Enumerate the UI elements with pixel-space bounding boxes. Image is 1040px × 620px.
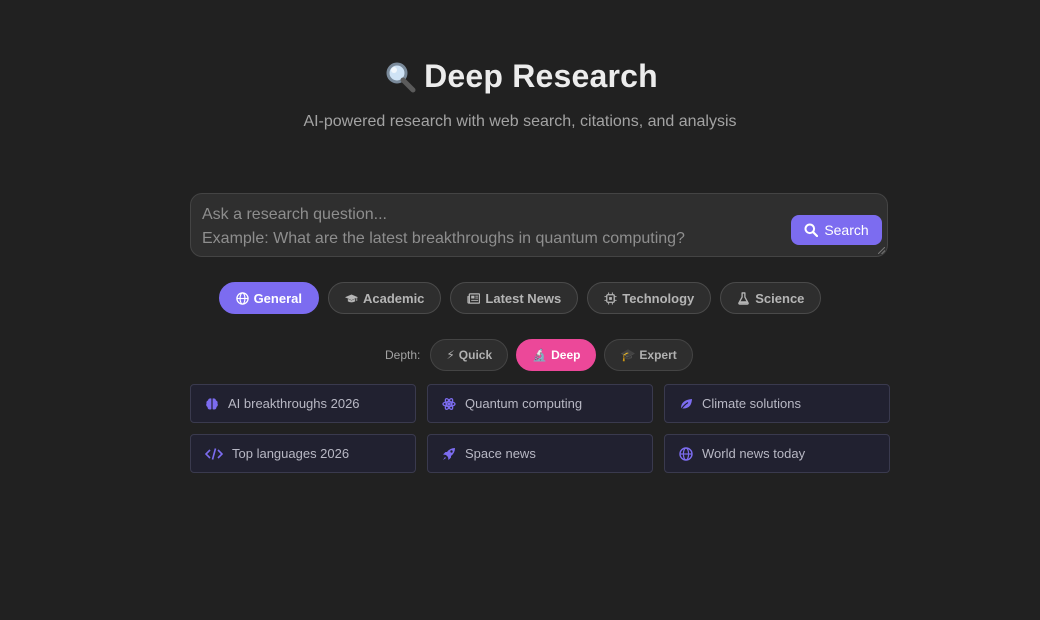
suggestion-label: Climate solutions <box>702 396 801 411</box>
suggestion-card[interactable]: Space news <box>427 434 653 473</box>
mode-technology[interactable]: Technology <box>587 282 712 314</box>
search-input[interactable] <box>202 203 782 251</box>
mode-science[interactable]: Science <box>720 282 822 314</box>
depth-option-label: Expert <box>639 348 677 362</box>
page-subtitle: AI-powered research with web search, cit… <box>303 113 737 130</box>
depth-option-label: Quick <box>458 348 493 362</box>
suggestion-card[interactable]: Top languages 2026 <box>190 434 416 473</box>
suggestion-label: Quantum computing <box>465 396 583 411</box>
resize-handle-icon[interactable] <box>878 247 885 254</box>
newspaper-icon <box>467 292 481 304</box>
mode-general[interactable]: General <box>218 282 319 314</box>
mode-label: Technology <box>622 290 695 306</box>
graduation-cap-icon: 🎓 <box>620 348 636 362</box>
suggestion-card[interactable]: Quantum computing <box>427 384 653 423</box>
search-box <box>190 193 888 257</box>
suggestion-label: AI breakthroughs 2026 <box>228 396 360 411</box>
flask-icon <box>738 291 750 305</box>
depth-selector: Depth: ⚡ Quick 🔬 Deep 🎓 Expert <box>385 339 693 371</box>
globe-icon <box>679 446 693 461</box>
lightning-icon: ⚡ <box>446 348 455 362</box>
mode-latest-news[interactable]: Latest News <box>450 282 579 314</box>
depth-expert[interactable]: 🎓 Expert <box>604 339 693 371</box>
suggestion-card[interactable]: Climate solutions <box>664 384 890 423</box>
chip-icon <box>604 291 617 305</box>
atom-icon <box>442 397 456 410</box>
microscope-icon: 🔬 <box>532 348 548 362</box>
leaf-icon <box>680 398 692 410</box>
globe-icon <box>235 291 249 305</box>
depth-option-label: Deep <box>551 348 581 362</box>
mode-label: Science <box>755 290 805 306</box>
suggestion-label: World news today <box>702 446 806 461</box>
mode-label: Latest News <box>485 290 562 306</box>
magnifier-icon <box>386 62 416 92</box>
page: Deep Research AI-powered research with w… <box>0 0 1040 620</box>
title-row: Deep Research <box>0 58 1040 95</box>
brain-icon <box>206 397 218 410</box>
suggestion-label: Space news <box>465 446 536 461</box>
depth-deep[interactable]: 🔬 Deep <box>516 339 597 371</box>
code-icon <box>205 447 223 460</box>
suggestion-label: Top languages 2026 <box>232 446 350 461</box>
mode-label: General <box>253 290 302 306</box>
depth-label: Depth: <box>385 348 421 362</box>
page-title: Deep Research <box>424 58 658 94</box>
suggestion-card[interactable]: AI breakthroughs 2026 <box>190 384 416 423</box>
search-button[interactable]: Search <box>791 215 882 245</box>
suggestion-card[interactable]: World news today <box>664 434 890 473</box>
rocket-icon <box>443 447 455 460</box>
search-button-label: Search <box>824 222 869 238</box>
graduation-cap-icon <box>344 293 358 302</box>
suggestion-grid: AI breakthroughs 2026 Quantum computing … <box>190 384 890 473</box>
mode-academic[interactable]: Academic <box>327 282 442 314</box>
mode-selector: General Academic Latest News Technology … <box>0 282 1040 314</box>
search-icon <box>804 223 819 237</box>
mode-label: Academic <box>362 290 425 306</box>
depth-quick[interactable]: ⚡ Quick <box>430 339 509 371</box>
